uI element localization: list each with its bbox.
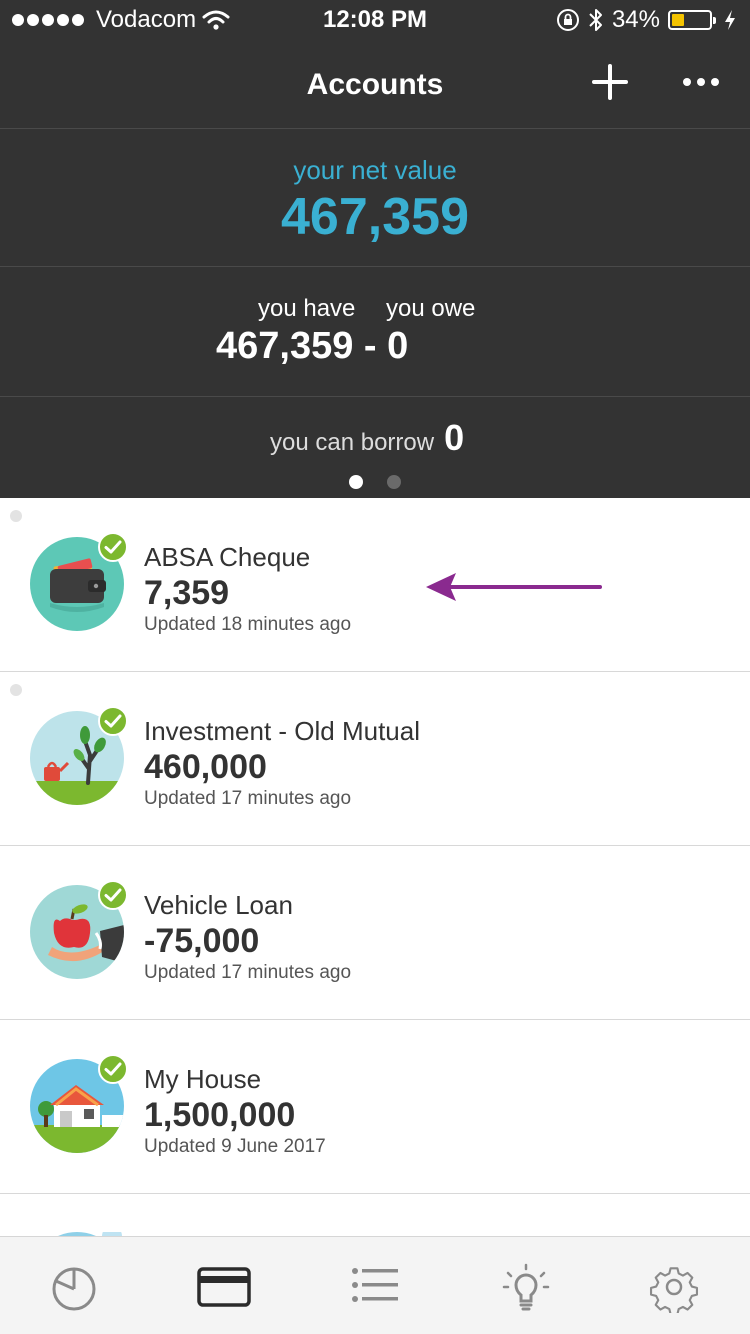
gear-icon[interactable] bbox=[648, 1261, 700, 1313]
more-dots-icon[interactable] bbox=[678, 62, 724, 102]
account-updated: Updated 18 minutes ago bbox=[144, 614, 352, 635]
you-owe-label: you owe bbox=[386, 295, 476, 322]
nav-bar: Accounts bbox=[0, 40, 750, 128]
unread-dot bbox=[10, 684, 22, 696]
synced-check-icon bbox=[98, 1054, 128, 1084]
account-row-investment[interactable]: Investment - Old Mutual 460,000 Updated … bbox=[0, 672, 750, 846]
account-amount: 1,500,000 bbox=[144, 1096, 296, 1134]
tab-bar bbox=[0, 1236, 750, 1334]
borrow-label: you can borrow bbox=[270, 429, 435, 456]
net-value-label: your net value bbox=[293, 155, 457, 185]
synced-check-icon bbox=[98, 532, 128, 562]
battery-level-fill bbox=[672, 14, 684, 26]
status-bar: Vodacom 12:08 PM 34% bbox=[0, 0, 750, 40]
have-owe-panel: you have you owe 467,359 - 0 bbox=[0, 267, 750, 396]
account-name: Investment - Old Mutual bbox=[144, 716, 420, 746]
page-title: Accounts bbox=[306, 68, 444, 101]
unread-dot bbox=[10, 510, 22, 522]
synced-check-icon bbox=[98, 706, 128, 736]
orientation-lock-icon bbox=[556, 9, 579, 31]
account-updated: Updated 17 minutes ago bbox=[144, 962, 352, 983]
page-indicator[interactable] bbox=[0, 475, 750, 489]
account-amount: 460,000 bbox=[144, 748, 267, 786]
net-value-amount: 467,359 bbox=[281, 188, 469, 246]
net-value-panel[interactable]: your net value 467,359 bbox=[0, 129, 750, 266]
page-dot-active[interactable] bbox=[349, 475, 363, 489]
have-owe-amounts: 467,359 - 0 bbox=[216, 325, 409, 367]
account-amount: -75,000 bbox=[144, 922, 260, 960]
account-amount: 7,359 bbox=[144, 574, 230, 612]
account-updated: Updated 17 minutes ago bbox=[144, 788, 352, 809]
battery-icon bbox=[668, 10, 716, 30]
account-row-vehicle-loan[interactable]: Vehicle Loan -75,000 Updated 17 minutes … bbox=[0, 846, 750, 1020]
lightbulb-icon[interactable] bbox=[500, 1261, 552, 1313]
account-list: ABSA Cheque 7,359 Updated 18 minutes ago bbox=[0, 498, 750, 1254]
purple-arrow-icon bbox=[426, 573, 602, 601]
borrow-panel: you can borrow 0 bbox=[0, 397, 750, 498]
header-panel: Vodacom 12:08 PM 34% Accounts your net v… bbox=[0, 0, 750, 498]
you-have-label: you have bbox=[258, 295, 356, 322]
pie-chart-icon[interactable] bbox=[48, 1261, 100, 1313]
bluetooth-icon bbox=[589, 9, 602, 31]
synced-check-icon bbox=[98, 880, 128, 910]
charging-icon bbox=[725, 10, 735, 30]
battery-percent: 34% bbox=[611, 6, 660, 33]
plus-icon[interactable] bbox=[588, 60, 632, 104]
account-name: Vehicle Loan bbox=[144, 890, 293, 920]
page-dot[interactable] bbox=[387, 475, 401, 489]
list-icon[interactable] bbox=[350, 1261, 402, 1313]
borrow-amount: 0 bbox=[444, 417, 465, 458]
account-row-my-house[interactable]: My House 1,500,000 Updated 9 June 2017 bbox=[0, 1020, 750, 1194]
account-name: My House bbox=[144, 1064, 262, 1094]
account-name: ABSA Cheque bbox=[144, 542, 311, 572]
status-right: 34% bbox=[556, 6, 736, 34]
card-icon[interactable] bbox=[196, 1261, 252, 1313]
account-row-absa-cheque[interactable]: ABSA Cheque 7,359 Updated 18 minutes ago bbox=[0, 498, 750, 672]
account-updated: Updated 9 June 2017 bbox=[144, 1136, 326, 1157]
